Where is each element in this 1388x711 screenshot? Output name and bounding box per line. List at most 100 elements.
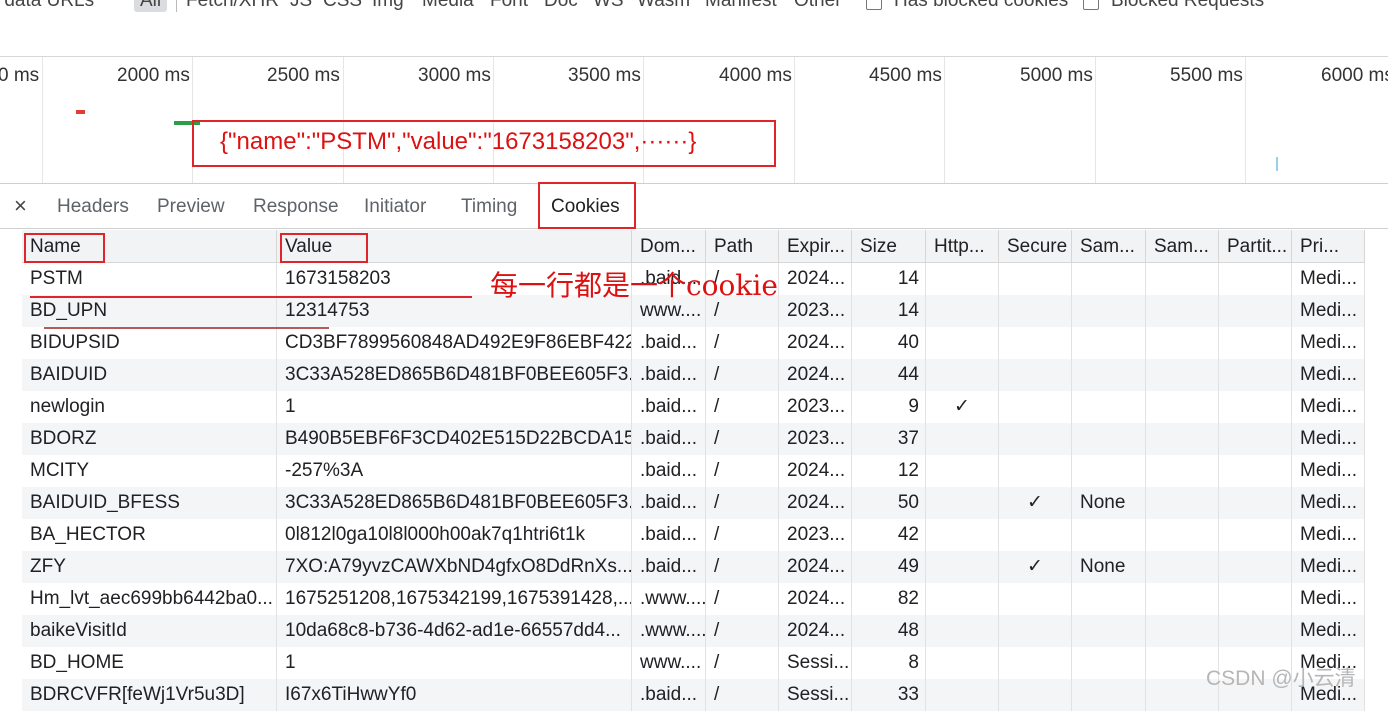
- table-row[interactable]: ZFY 7XO:A79yvzCAWXbND4gfxO8DdRnXs... .baid…: [22, 551, 1365, 583]
- table-row[interactable]: BDRCVFR[feWj1Vr5u3D] I67x6TiHwwYf0 .baid..…: [22, 679, 1365, 711]
- tick-label: 6000 ms: [1321, 65, 1388, 86]
- filter-font[interactable]: Font: [490, 0, 528, 12]
- cell-domain: .baid...: [632, 391, 706, 423]
- column-header-secure[interactable]: Secure: [999, 230, 1072, 262]
- cell-domain: .baid...: [632, 487, 706, 519]
- column-header-sameparty[interactable]: Sam...: [1146, 230, 1219, 262]
- cell-httponly: [926, 263, 999, 295]
- cell-samesite: [1072, 647, 1146, 679]
- filter-css[interactable]: CSS: [323, 0, 362, 12]
- annotation-json-text: {"name":"PSTM","value":"1673158203",····…: [220, 128, 697, 155]
- filter-media[interactable]: Media: [422, 0, 474, 12]
- cell-secure: ✓: [999, 551, 1072, 583]
- cell-priority: Medi...: [1292, 615, 1365, 647]
- cell-name: BIDUPSID: [22, 327, 277, 359]
- cell-expires: Sessi...: [779, 679, 852, 711]
- cell-samesite: [1072, 679, 1146, 711]
- has-blocked-cookies-checkbox[interactable]: [866, 0, 882, 10]
- table-row[interactable]: baikeVisitId 10da68c8-b736-4d62-ad1e-6655…: [22, 615, 1365, 647]
- cell-partition-key: [1219, 263, 1292, 295]
- tick-label: 0 ms: [0, 65, 40, 86]
- cell-domain: .www....: [632, 583, 706, 615]
- tab-timing[interactable]: Timing: [461, 184, 517, 228]
- filter-fetch-xhr[interactable]: Fetch/XHR: [186, 0, 279, 12]
- cell-value: 3C33A528ED865B6D481BF0BEE605F3...: [277, 487, 632, 519]
- column-header-path[interactable]: Path: [706, 230, 779, 262]
- timeline-request-bar: [1276, 157, 1278, 171]
- table-row[interactable]: newlogin 1 .baid.../2023... 9 ✓ Medi...: [22, 391, 1365, 423]
- cell-path: /: [706, 423, 779, 455]
- cell-value: 7XO:A79yvzCAWXbND4gfxO8DdRnXs...: [277, 551, 632, 583]
- cell-expires: 2023...: [779, 519, 852, 551]
- table-row[interactable]: BAIDUID_BFESS 3C33A528ED865B6D481BF0BEE60…: [22, 487, 1365, 519]
- tab-initiator[interactable]: Initiator: [364, 184, 426, 228]
- blocked-requests-checkbox[interactable]: [1083, 0, 1099, 10]
- filter-ws[interactable]: WS: [593, 0, 624, 12]
- filter-img[interactable]: Img: [372, 0, 404, 12]
- filter-separator: [176, 0, 177, 12]
- table-row[interactable]: MCITY -257%3A .baid.../2024... 12 Medi...: [22, 455, 1365, 487]
- cell-sameparty: [1146, 327, 1219, 359]
- cell-value: 3C33A528ED865B6D481BF0BEE605F3...: [277, 359, 632, 391]
- cell-partition-key: [1219, 519, 1292, 551]
- timeline-overview[interactable]: 0 ms 2000 ms 2500 ms 3000 ms 3500 ms 400…: [0, 57, 1388, 183]
- cell-partition-key: [1219, 327, 1292, 359]
- column-header-priority[interactable]: Pri...: [1292, 230, 1365, 262]
- request-detail-panel: × Headers Preview Response Initiator Tim…: [0, 182, 1388, 711]
- column-header-partition-key[interactable]: Partit...: [1219, 230, 1292, 262]
- tab-headers[interactable]: Headers: [57, 184, 129, 228]
- filter-wasm[interactable]: Wasm: [637, 0, 690, 12]
- table-row[interactable]: BAIDUID 3C33A528ED865B6D481BF0BEE605F3...…: [22, 359, 1365, 391]
- cell-size: 12: [852, 455, 926, 487]
- cell-size: 82: [852, 583, 926, 615]
- cell-secure: [999, 615, 1072, 647]
- cell-httponly: [926, 519, 999, 551]
- cell-samesite: [1072, 615, 1146, 647]
- column-header-domain[interactable]: Dom...: [632, 230, 706, 262]
- table-row[interactable]: BIDUPSID CD3BF7899560848AD492E9F86EBF4221…: [22, 327, 1365, 359]
- annotation-box: [280, 233, 368, 263]
- cell-samesite: [1072, 583, 1146, 615]
- cell-size: 50: [852, 487, 926, 519]
- cell-expires: 2024...: [779, 263, 852, 295]
- cell-domain: .baid...: [632, 519, 706, 551]
- tick-line: [1095, 57, 1096, 183]
- cell-path: /: [706, 679, 779, 711]
- filter-doc[interactable]: Doc: [544, 0, 578, 12]
- cell-partition-key: [1219, 487, 1292, 519]
- filter-js[interactable]: JS: [290, 0, 312, 12]
- cell-priority: Medi...: [1292, 551, 1365, 583]
- column-header-httponly[interactable]: Http...: [926, 230, 999, 262]
- cell-samesite: None: [1072, 551, 1146, 583]
- cell-expires: 2023...: [779, 391, 852, 423]
- cell-httponly: [926, 487, 999, 519]
- hide-data-urls-label[interactable]: Hide data URLs: [0, 0, 94, 12]
- cell-size: 14: [852, 263, 926, 295]
- close-icon[interactable]: ×: [14, 193, 27, 219]
- cell-priority: Medi...: [1292, 455, 1365, 487]
- cell-partition-key: [1219, 423, 1292, 455]
- cell-sameparty: [1146, 391, 1219, 423]
- column-header-size[interactable]: Size: [852, 230, 926, 262]
- table-row[interactable]: BA_HECTOR 0l812l0ga10l8l000h00ak7q1htri6t…: [22, 519, 1365, 551]
- cell-expires: 2024...: [779, 615, 852, 647]
- annotation-underline: [44, 327, 329, 329]
- tick-label: 2000 ms: [117, 65, 190, 86]
- tab-preview[interactable]: Preview: [157, 184, 225, 228]
- column-header-expires[interactable]: Expir...: [779, 230, 852, 262]
- tick-line: [42, 57, 43, 183]
- tick-label: 3500 ms: [568, 65, 641, 86]
- cell-domain: .baid...: [632, 327, 706, 359]
- column-header-samesite[interactable]: Sam...: [1072, 230, 1146, 262]
- filter-all[interactable]: All: [134, 0, 168, 12]
- cell-sameparty: [1146, 551, 1219, 583]
- table-row[interactable]: BDORZ B490B5EBF6F3CD402E515D22BCDA15... .b…: [22, 423, 1365, 455]
- tab-response[interactable]: Response: [253, 184, 339, 228]
- cell-size: 8: [852, 647, 926, 679]
- table-row[interactable]: Hm_lvt_aec699bb6442ba0... 1675251208,1675…: [22, 583, 1365, 615]
- cell-name: Hm_lvt_aec699bb6442ba0...: [22, 583, 277, 615]
- filter-other[interactable]: Other: [794, 0, 842, 12]
- cell-name: BDRCVFR[feWj1Vr5u3D]: [22, 679, 277, 711]
- table-row[interactable]: BD_HOME 1 www.... / Sessi... 8 Medi...: [22, 647, 1365, 679]
- filter-manifest[interactable]: Manifest: [705, 0, 777, 12]
